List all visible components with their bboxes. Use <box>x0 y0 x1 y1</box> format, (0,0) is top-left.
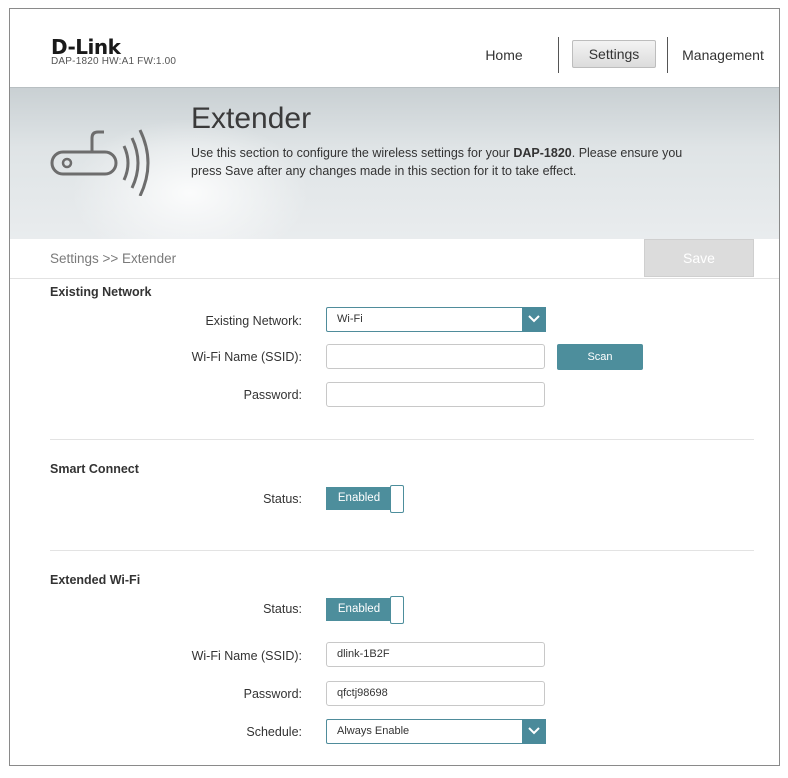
nav-divider <box>667 37 668 73</box>
existing-network-label: Existing Network: <box>205 314 302 328</box>
breadcrumb: Settings >> Extender <box>50 251 177 266</box>
existing-ssid-label: Wi-Fi Name (SSID): <box>191 350 302 364</box>
schedule-value: Always Enable <box>337 725 410 737</box>
schedule-select[interactable]: Always Enable <box>326 719 546 744</box>
extended-wifi-toggle[interactable]: Enabled <box>326 596 404 624</box>
existing-password-input[interactable] <box>326 382 545 407</box>
extended-ssid-input[interactable]: dlink-1B2F <box>326 642 545 667</box>
page-banner: Extender Use this section to configure t… <box>10 87 779 268</box>
existing-network-value: Wi-Fi <box>337 313 363 325</box>
existing-password-label: Password: <box>243 388 302 402</box>
schedule-label: Schedule: <box>246 725 302 739</box>
breadcrumb-bar: Settings >> Extender Save <box>10 239 779 279</box>
nav-home[interactable]: Home <box>478 39 530 71</box>
existing-ssid-input[interactable] <box>326 344 545 369</box>
section-divider <box>50 550 754 551</box>
smart-connect-toggle[interactable]: Enabled <box>326 485 404 513</box>
toggle-knob <box>390 485 404 513</box>
extended-wifi-status: Enabled <box>326 598 392 621</box>
chevron-down-icon <box>522 307 546 332</box>
chevron-down-icon <box>522 719 546 744</box>
page-description: Use this section to configure the wirele… <box>191 146 683 178</box>
model-info: DAP-1820 HW:A1 FW:1.00 <box>51 56 177 67</box>
router-wifi-icon <box>50 129 150 196</box>
scan-button[interactable]: Scan <box>557 344 643 370</box>
nav-management[interactable]: Management <box>682 39 764 71</box>
existing-network-select[interactable]: Wi-Fi <box>326 307 546 332</box>
toggle-knob <box>390 596 404 624</box>
section-title-smart-connect: Smart Connect <box>50 462 139 476</box>
extended-password-label: Password: <box>243 687 302 701</box>
extended-status-label: Status: <box>263 602 302 616</box>
extended-password-input[interactable]: qfctj98698 <box>326 681 545 706</box>
header: D-Link DAP-1820 HW:A1 FW:1.00 Home Setti… <box>10 9 779 87</box>
smart-connect-status-label: Status: <box>263 492 302 506</box>
section-title-extended-wifi: Extended Wi-Fi <box>50 573 141 587</box>
page-title: Extender <box>191 102 312 135</box>
nav-settings[interactable]: Settings <box>572 40 656 68</box>
smart-connect-status: Enabled <box>326 487 392 510</box>
save-button[interactable]: Save <box>644 239 754 277</box>
nav-divider <box>558 37 559 73</box>
section-title-existing-network: Existing Network <box>50 285 152 299</box>
section-divider <box>50 439 754 440</box>
app-frame: D-Link DAP-1820 HW:A1 FW:1.00 Home Setti… <box>9 8 780 766</box>
extended-ssid-label: Wi-Fi Name (SSID): <box>191 649 302 663</box>
